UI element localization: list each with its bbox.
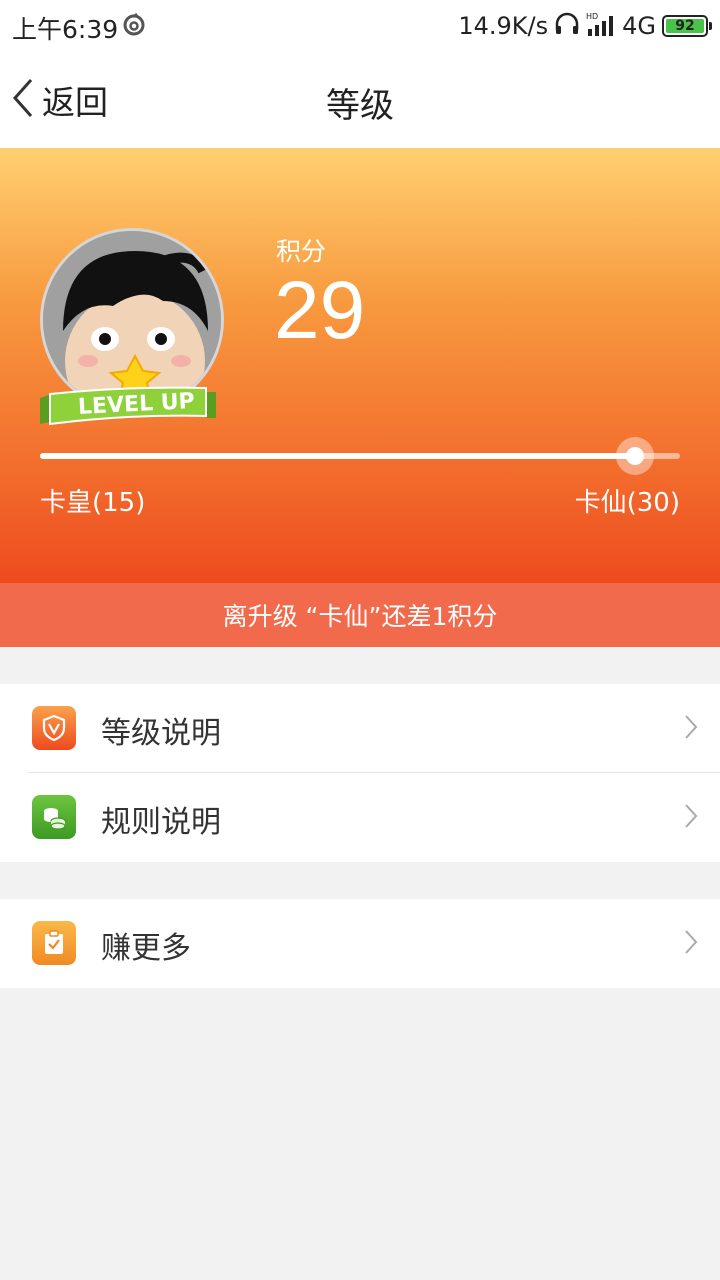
current-level-label: 卡皇(15) <box>40 488 146 518</box>
rules-description-item[interactable]: 规则说明 <box>0 773 720 862</box>
battery-icon: 92 <box>662 15 712 37</box>
rules-description-label: 规则说明 <box>101 805 221 840</box>
battery-level: 92 <box>675 18 695 34</box>
score-value: 29 <box>274 265 366 356</box>
level-up-badge: LEVEL UP <box>40 384 216 428</box>
headset-icon <box>554 12 580 40</box>
network-type: 4G <box>622 12 656 40</box>
progress-knob <box>616 437 655 475</box>
upgrade-hint-text: 离升级 “卡仙”还差1积分 <box>222 602 498 631</box>
status-bar: 上午6:39 14.9K/s HD 4G 92 <box>0 0 720 52</box>
network-speed: 14.9K/s <box>458 12 549 40</box>
svg-text:HD: HD <box>586 12 598 21</box>
level-description-item[interactable]: 等级说明 <box>0 684 720 773</box>
earn-more-item[interactable]: 赚更多 <box>0 899 720 988</box>
signal-icon: HD <box>586 11 616 41</box>
earn-more-label: 赚更多 <box>101 931 191 966</box>
level-description-label: 等级说明 <box>101 716 221 751</box>
progress-fill <box>40 453 636 459</box>
upgrade-hint-bar: 离升级 “卡仙”还差1积分 <box>0 583 720 647</box>
clipboard-check-icon <box>32 921 76 965</box>
chevron-right-icon <box>684 929 698 959</box>
coins-icon <box>32 795 76 839</box>
chevron-right-icon <box>684 714 698 744</box>
level-hero: LEVEL UP 积分 29 卡皇(15) 卡仙(30) <box>0 148 720 583</box>
next-level-label: 卡仙(30) <box>574 488 680 518</box>
earn-menu-group: 赚更多 <box>0 899 720 988</box>
status-time: 上午6:39 <box>12 15 119 44</box>
page-title: 等级 <box>326 86 394 126</box>
shield-v-icon <box>32 706 76 750</box>
netease-music-icon <box>122 12 146 41</box>
chevron-right-icon <box>684 803 698 833</box>
info-menu-group: 等级说明 规则说明 <box>0 684 720 862</box>
level-progress-bar <box>40 437 680 475</box>
score-label: 积分 <box>276 237 327 266</box>
nav-bar: 返回 等级 <box>0 52 720 148</box>
